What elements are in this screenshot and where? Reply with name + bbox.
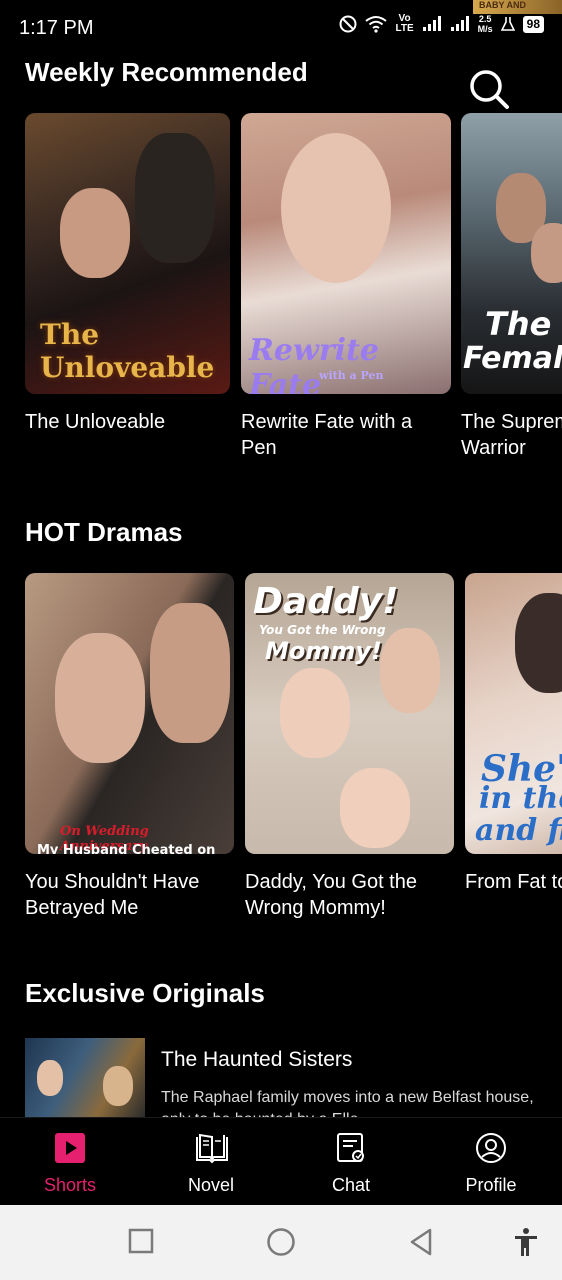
nav-label: Chat — [331, 1175, 371, 1195]
drama-title[interactable]: You Shouldn't Have Betrayed Me — [25, 869, 234, 921]
network-speed: 2.5 M/s — [477, 14, 493, 34]
poster-figure — [380, 628, 440, 713]
drama-poster[interactable]: Daddy! You Got the Wrong Mommy! — [245, 573, 454, 854]
poster-title-art: in the — [479, 781, 562, 816]
volte-indicator: Vo LTE — [395, 13, 414, 34]
battery-indicator: 98 — [522, 15, 544, 33]
home-icon[interactable] — [266, 1227, 296, 1257]
section-title-originals: Exclusive Originals — [25, 978, 265, 1008]
drama-poster[interactable]: She's in the and fi — [465, 573, 562, 854]
hot-row[interactable]: On Wedding Anniversary My Husband Cheate… — [0, 573, 562, 933]
poster-title-art: Mommy! — [265, 637, 382, 665]
drama-title[interactable]: The Supreme Female Warrior — [461, 409, 562, 461]
nav-label: Shorts — [43, 1175, 97, 1195]
back-icon[interactable] — [408, 1227, 436, 1257]
drama-title[interactable]: Daddy, You Got the Wrong Mommy! — [245, 869, 454, 921]
nav-label: Novel — [187, 1175, 235, 1195]
nav-shorts[interactable]: Shorts — [10, 1118, 130, 1206]
nav-chat[interactable]: Chat — [291, 1118, 411, 1206]
nav-label: Profile — [465, 1175, 517, 1195]
drama-card[interactable]: Daddy! You Got the Wrong Mommy! Daddy, Y… — [245, 573, 454, 921]
drama-card[interactable]: On Wedding Anniversary My Husband Cheate… — [25, 573, 234, 921]
system-navigation-bar — [0, 1205, 562, 1280]
drama-poster[interactable]: The Unloveable — [25, 113, 230, 394]
bottom-nav: Shorts Novel Chat Profile — [0, 1117, 562, 1206]
drama-poster[interactable]: On Wedding Anniversary My Husband Cheate… — [25, 573, 234, 854]
poster-figure — [150, 603, 230, 743]
nav-profile[interactable]: Profile — [431, 1118, 551, 1206]
drama-poster[interactable]: The Su Female — [461, 113, 562, 394]
poster-title-art: The Su — [485, 305, 562, 343]
accessibility-icon[interactable] — [512, 1227, 540, 1257]
drama-card[interactable]: The Unloveable The Unloveable — [25, 113, 230, 435]
do-not-disturb-icon — [339, 15, 357, 33]
drama-title[interactable]: Rewrite Fate with a Pen — [241, 409, 451, 461]
drama-title[interactable]: The Unloveable — [25, 409, 230, 435]
original-thumbnail[interactable] — [25, 1038, 145, 1118]
section-title-hot: HOT Dramas — [25, 517, 183, 547]
book-icon — [196, 1133, 228, 1164]
poster-title-art: The Unloveable — [40, 318, 215, 384]
drama-poster[interactable]: Rewrite Fate with a Pen — [241, 113, 451, 394]
original-list-item[interactable]: The Haunted Sisters The Raphael family m… — [25, 1038, 562, 1128]
flask-icon — [500, 17, 515, 31]
poster-figure — [60, 188, 130, 278]
status-icons: Vo LTE 2.5 M/s 98 — [339, 14, 544, 34]
poster-figure — [55, 633, 145, 763]
section-title-weekly: Weekly Recommended — [25, 57, 308, 87]
status-time: 1:17 PM — [19, 17, 94, 39]
poster-figure — [531, 223, 562, 283]
poster-subtitle-art: My Husband Cheated on Me — [37, 843, 216, 854]
drama-card[interactable]: The Su Female The Supreme Female Warrior — [461, 113, 562, 461]
poster-figure — [103, 1066, 133, 1106]
drama-card[interactable]: Rewrite Fate with a Pen Rewrite Fate wit… — [241, 113, 451, 461]
poster-title-art: Daddy! — [253, 581, 399, 622]
poster-subtitle-art: You Got the Wrong — [259, 623, 386, 637]
search-icon — [470, 70, 509, 109]
status-bar: BABY AND 1:17 PM Vo LTE 2.5 M/s 98 — [0, 0, 562, 58]
search-button[interactable] — [466, 66, 512, 112]
recents-icon[interactable] — [127, 1227, 155, 1255]
poster-title-art: and fi — [475, 813, 562, 848]
nav-novel[interactable]: Novel — [151, 1118, 271, 1206]
wifi-icon — [365, 16, 388, 33]
poster-figure — [340, 768, 410, 848]
profile-icon — [476, 1133, 506, 1163]
poster-figure — [280, 668, 350, 758]
poster-title-art: Female — [463, 341, 562, 376]
weekly-row[interactable]: The Unloveable The Unloveable Rewrite Fa… — [0, 113, 562, 473]
drama-title[interactable]: From Fat to Fabulous — [465, 869, 562, 895]
play-icon — [55, 1133, 85, 1163]
chat-icon — [337, 1133, 364, 1162]
drama-card[interactable]: She's in the and fi From Fat to Fabulous — [465, 573, 562, 895]
signal-icon — [422, 16, 441, 31]
poster-figure — [37, 1060, 63, 1096]
poster-figure — [515, 593, 562, 693]
poster-title-art: Rewrite Fate — [249, 333, 379, 394]
notification-banner: BABY AND — [473, 0, 562, 14]
original-title[interactable]: The Haunted Sisters — [161, 1048, 352, 1072]
signal-icon-2 — [450, 16, 469, 31]
poster-subtitle-art: with a Pen — [319, 369, 384, 382]
poster-figure — [135, 133, 215, 263]
poster-figure — [281, 133, 391, 283]
